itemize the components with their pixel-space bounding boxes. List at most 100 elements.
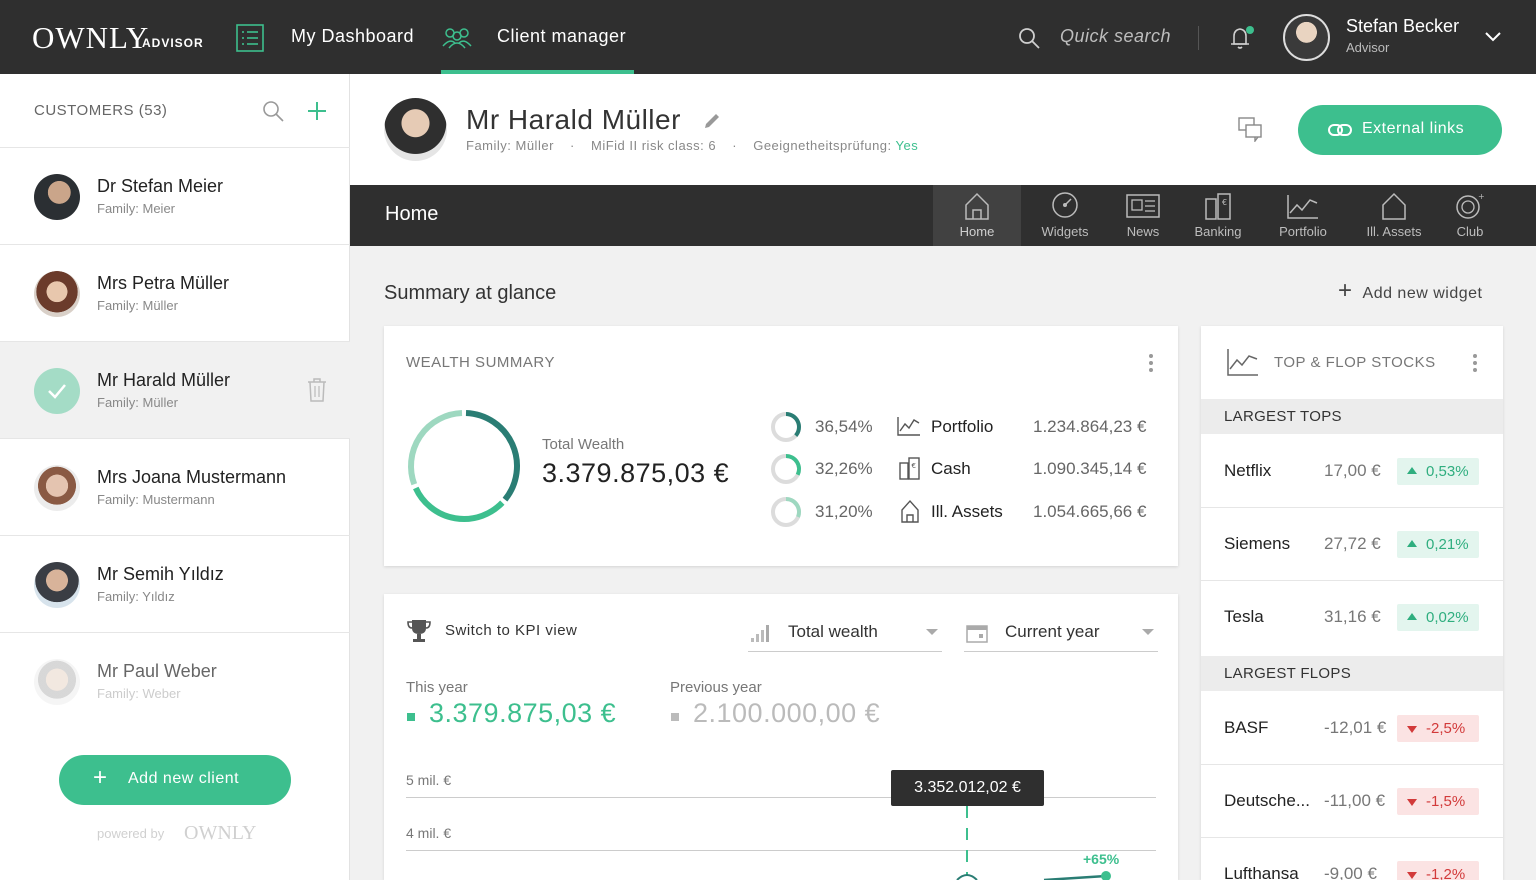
customer-name: Mr Harald Müller: [97, 370, 231, 390]
more-options-icon[interactable]: [1473, 354, 1477, 375]
customer-item[interactable]: Mr Paul Weber Family: Weber: [0, 633, 350, 730]
trash-icon[interactable]: [307, 378, 327, 402]
customer-name: Mrs Joana Mustermann: [97, 467, 287, 487]
allocation-row[interactable]: 32,26% € Cash 1.090.345,14 €: [769, 452, 1159, 486]
customer-avatar: [34, 271, 80, 317]
notification-bell-icon[interactable]: [1228, 24, 1256, 52]
stock-change-badge: -1,2%: [1397, 861, 1479, 880]
tab-label: Banking: [1194, 224, 1242, 239]
stock-name: Siemens: [1224, 534, 1291, 553]
svg-text:€: €: [912, 462, 916, 470]
tab-ill-assets[interactable]: Ill. Assets: [1358, 185, 1430, 246]
client-group-icon[interactable]: [441, 24, 473, 52]
tab-label: Home: [959, 224, 995, 239]
svg-text:€: €: [1222, 198, 1227, 207]
customer-item[interactable]: Mrs Joana Mustermann Family: Mustermann: [0, 439, 350, 536]
suitability-label: Geeignetheitsprüfung:: [753, 138, 892, 153]
tab-banking[interactable]: € Banking: [1186, 185, 1250, 246]
stock-row[interactable]: Netflix 17,00 € 0,53%: [1201, 435, 1503, 508]
customer-item-selected[interactable]: Mr Harald Müller Family: Müller: [0, 342, 350, 439]
customers-sidebar: CUSTOMERS (53) Dr Stefan Meier Family: M…: [0, 74, 350, 880]
suitability-value: Yes: [895, 138, 919, 153]
tab-home[interactable]: Home: [933, 185, 1021, 246]
stock-row[interactable]: BASF -12,01 € -2,5%: [1201, 692, 1503, 765]
add-customer-icon[interactable]: [307, 101, 327, 121]
stock-row[interactable]: Siemens 27,72 € 0,21%: [1201, 508, 1503, 581]
user-role: Advisor: [1346, 40, 1390, 55]
customer-name: Mrs Petra Müller: [97, 273, 230, 293]
add-new-client-button[interactable]: + Add new client: [59, 755, 291, 805]
stock-row[interactable]: Lufthansa -9,00 € -1,2%: [1201, 838, 1503, 880]
total-wealth-value: 3.379.875,03 €: [542, 458, 730, 488]
customer-item[interactable]: Mr Semih Yıldız Family: Yıldız: [0, 536, 350, 633]
nav-client-manager[interactable]: Client manager: [497, 26, 626, 47]
nav-my-dashboard[interactable]: My Dashboard: [291, 26, 414, 47]
tab-label: Club: [1456, 224, 1484, 239]
line-chart-icon: [1227, 349, 1258, 376]
add-new-widget-button[interactable]: + Add new widget: [1338, 279, 1483, 303]
arrow-down-icon: [1407, 799, 1417, 806]
user-avatar[interactable]: [1283, 14, 1330, 61]
wealth-summary-card: WEALTH SUMMARY Total Wealth 3.379.875,03…: [384, 326, 1178, 566]
tab-news[interactable]: News: [1113, 185, 1173, 246]
total-wealth-donut: [408, 410, 520, 522]
chat-icon[interactable]: [1238, 116, 1264, 142]
stock-row[interactable]: Tesla 31,16 € 0,02%: [1201, 581, 1503, 654]
plus-icon: +: [1338, 277, 1353, 304]
allocation-mini-donut: [771, 497, 801, 527]
edit-pencil-icon[interactable]: [703, 112, 721, 130]
brand-logo[interactable]: OWNLY: [32, 20, 149, 56]
arrow-up-icon: [1407, 540, 1417, 547]
tab-label: Widgets: [1041, 224, 1089, 239]
allocation-amount: 1.054.665,66 €: [1033, 502, 1147, 521]
customer-search-icon[interactable]: [262, 100, 284, 122]
allocation-mini-donut: [771, 412, 801, 442]
customer-item[interactable]: Dr Stefan Meier Family: Meier: [0, 148, 350, 245]
arrow-up-icon: [1407, 613, 1417, 620]
tab-label: Ill. Assets: [1366, 224, 1422, 239]
allocation-row[interactable]: 36,54% Portfolio 1.234.864,23 €: [769, 410, 1159, 444]
bank-building-icon: €: [1205, 193, 1231, 220]
allocation-row[interactable]: 31,20% Ill. Assets 1.054.665,66 €: [769, 495, 1159, 529]
customer-family: Family: Müller: [97, 395, 178, 410]
allocation-percent: 31,20%: [815, 502, 873, 521]
donut-segment: [413, 486, 505, 522]
user-name[interactable]: Stefan Becker: [1346, 16, 1459, 37]
largest-tops-header: LARGEST TOPS: [1201, 399, 1503, 434]
add-widget-label: Add new widget: [1362, 285, 1483, 302]
stock-change-value: 0,53%: [1426, 463, 1469, 480]
brand-sub-label: ADVISOR: [142, 36, 204, 50]
client-meta: Family: Müller · MiFid II risk class: 6 …: [466, 138, 919, 153]
stock-name: Tesla: [1224, 607, 1264, 626]
stock-price: 17,00 €: [1324, 461, 1381, 480]
stock-row[interactable]: Deutsche... -11,00 € -1,5%: [1201, 765, 1503, 838]
tab-club[interactable]: + Club: [1444, 185, 1496, 246]
customers-header: CUSTOMERS (53): [0, 74, 350, 148]
client-header: Mr Harald Müller Family: Müller · MiFid …: [350, 74, 1536, 185]
add-client-label: Add new client: [128, 770, 240, 787]
tab-widgets[interactable]: Widgets: [1023, 185, 1107, 246]
hover-marker-point: [956, 874, 978, 880]
powered-by-logo: OWNLY: [184, 822, 257, 844]
stock-change-badge: -2,5%: [1397, 715, 1479, 742]
quick-search-input[interactable]: Quick search: [1060, 26, 1171, 47]
client-avatar: [384, 98, 447, 161]
mini-donut-fill: [785, 454, 801, 476]
customer-avatar: [34, 465, 80, 511]
customer-family: Family: Yıldız: [97, 589, 175, 604]
summary-title: Summary at glance: [384, 282, 557, 304]
allocation-mini-donut: [771, 454, 801, 484]
arrow-up-icon: [1407, 467, 1417, 474]
tab-label: Portfolio: [1279, 224, 1327, 239]
customer-item[interactable]: Mrs Petra Müller Family: Müller: [0, 245, 350, 342]
link-icon: [1328, 124, 1352, 136]
dashboard-list-icon[interactable]: [236, 24, 264, 52]
chevron-down-icon[interactable]: [1484, 31, 1502, 43]
search-icon[interactable]: [1017, 26, 1041, 50]
more-options-icon[interactable]: [1149, 354, 1153, 375]
stock-change-badge: -1,5%: [1397, 788, 1479, 815]
stock-change-value: 0,21%: [1426, 536, 1469, 553]
customers-count-title: CUSTOMERS (53): [34, 102, 168, 119]
external-links-button[interactable]: External links: [1298, 105, 1502, 155]
tab-portfolio[interactable]: Portfolio: [1268, 185, 1338, 246]
